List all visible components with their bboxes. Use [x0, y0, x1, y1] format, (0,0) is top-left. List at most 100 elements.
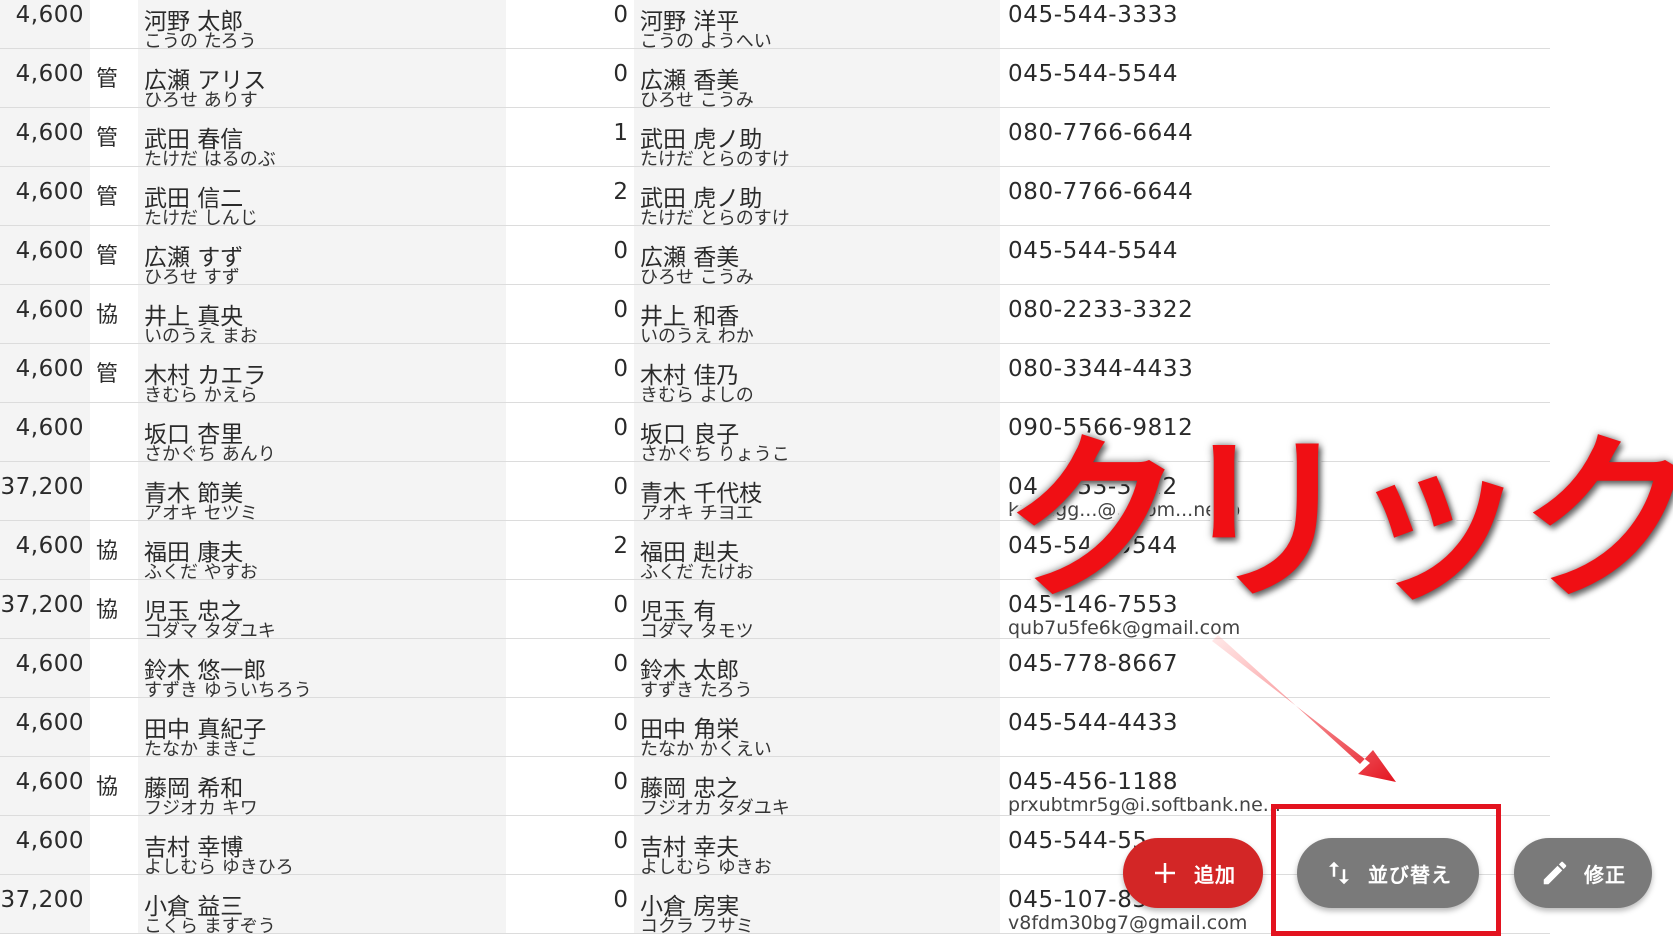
category-cell: 管 [90, 49, 138, 107]
count-cell: 2 [506, 167, 634, 225]
count-cell: 0 [506, 816, 634, 874]
fee-cell: 4,600 [0, 0, 90, 48]
guardian-name-kana: コクラ フサミ [640, 916, 754, 937]
count-value: 0 [613, 2, 628, 28]
count-value: 0 [613, 828, 628, 854]
category-mark: 管 [96, 185, 119, 210]
count-cell: 0 [506, 757, 634, 815]
add-button[interactable]: 追加 [1123, 838, 1263, 908]
table-row[interactable]: 4,600 田中 真紀子 たなか まきこ 0 田中 角栄 たなか かくえい 045-544-… [0, 698, 1550, 760]
phone-number: 080-7766-6644 [1008, 179, 1194, 205]
fee-cell: 4,600 [0, 226, 90, 284]
table-row[interactable]: 4,600 協井上 真央 いのうえ まお 0 井上 和香 いのうえ わか 080-2233-… [0, 285, 1550, 347]
fee-cell: 4,600 [0, 108, 90, 166]
count-cell: 0 [506, 698, 634, 756]
member-name-cell: 児玉 忠之 コダマ タダユキ [138, 580, 506, 642]
guardian-name-cell: 青木 千代枝 アオキ チヨエ [634, 462, 1000, 524]
category-mark: 協 [96, 539, 119, 564]
guardian-name-cell: 井上 和香 いのうえ わか [634, 285, 1000, 347]
table-row[interactable]: 4,600 管武田 信二 たけだ しんじ 2 武田 虎ノ助 たけだ とらのすけ 080-77… [0, 167, 1550, 229]
category-mark: 管 [96, 244, 119, 269]
contact-cell: 045-544-3333 [1000, 0, 1550, 48]
fee-amount: 37,200 [0, 592, 84, 618]
member-name-cell: 田中 真紀子 たなか まきこ [138, 698, 506, 760]
count-value: 2 [613, 179, 628, 205]
count-value: 0 [613, 61, 628, 87]
member-name-cell: 河野 太郎 こうの たろう [138, 0, 506, 52]
fee-cell: 4,600 [0, 521, 90, 579]
fee-amount: 37,200 [0, 887, 84, 913]
count-value: 0 [613, 415, 628, 441]
count-cell: 2 [506, 521, 634, 579]
fee-amount: 4,600 [15, 828, 84, 854]
table-row[interactable]: 4,600 管広瀬 アリス ひろせ ありす 0 広瀬 香美 ひろせ こうみ 045-544-… [0, 49, 1550, 111]
table-row[interactable]: 4,600 管武田 春信 たけだ はるのぶ 1 武田 虎ノ助 たけだ とらのすけ 080-7… [0, 108, 1550, 170]
guardian-name-cell: 吉村 幸夫 よしむら ゆきお [634, 816, 1000, 878]
count-value: 2 [613, 533, 628, 559]
member-name-cell: 小倉 益三 こくら ますぞう [138, 875, 506, 937]
fee-cell: 4,600 [0, 816, 90, 874]
guardian-name-cell: 小倉 房実 コクラ フサミ [634, 875, 1000, 937]
table-row[interactable]: 4,600 河野 太郎 こうの たろう 0 河野 洋平 こうの ようへい 045-544-3… [0, 0, 1550, 52]
member-name-cell: 福田 康夫 ふくだ やすお [138, 521, 506, 583]
count-value: 0 [613, 592, 628, 618]
category-cell: 管 [90, 344, 138, 402]
fee-amount: 37,200 [0, 474, 84, 500]
screen: 4,600 河野 太郎 こうの たろう 0 河野 洋平 こうの ようへい 045-544-3… [0, 0, 1673, 941]
count-cell: 0 [506, 226, 634, 284]
count-cell: 0 [506, 580, 634, 638]
fee-cell: 37,200 [0, 462, 90, 520]
category-cell [90, 462, 138, 520]
member-name-cell: 藤岡 希和 フジオカ キワ [138, 757, 506, 819]
member-name-cell: 吉村 幸博 よしむら ゆきひろ [138, 816, 506, 878]
category-cell: 管 [90, 226, 138, 284]
count-value: 0 [613, 297, 628, 323]
fee-cell: 4,600 [0, 639, 90, 697]
member-name-kana: こくら ますぞう [144, 916, 276, 937]
count-cell: 0 [506, 0, 634, 48]
fee-amount: 4,600 [15, 61, 84, 87]
fee-cell: 4,600 [0, 757, 90, 815]
contact-cell: 045-544-5544 [1000, 49, 1550, 107]
count-cell: 0 [506, 462, 634, 520]
add-button-label: 追加 [1194, 862, 1236, 887]
member-name-cell: 木村 カエラ きむら かえら [138, 344, 506, 406]
guardian-name-cell: 武田 虎ノ助 たけだ とらのすけ [634, 167, 1000, 229]
category-mark: 協 [96, 775, 119, 800]
count-value: 0 [613, 238, 628, 264]
table-row[interactable]: 4,600 鈴木 悠一郎 すずき ゆういちろう 0 鈴木 太郎 すずき たろう 045-77… [0, 639, 1550, 701]
table-row[interactable]: 4,600 管木村 カエラ きむら かえら 0 木村 佳乃 きむら よしの 080-3344… [0, 344, 1550, 406]
count-value: 0 [613, 887, 628, 913]
guardian-name-cell: 福田 赳夫 ふくだ たけお [634, 521, 1000, 583]
phone-number: 045-544-5544 [1008, 238, 1179, 264]
fee-amount: 4,600 [15, 179, 84, 205]
phone-number: 045-544-3333 [1008, 2, 1179, 28]
category-cell [90, 875, 138, 933]
category-cell: 協 [90, 521, 138, 579]
guardian-name-cell: 児玉 有コダマ タモツ [634, 580, 1000, 642]
fee-cell: 4,600 [0, 49, 90, 107]
guardian-name-cell: 鈴木 太郎 すずき たろう [634, 639, 1000, 701]
category-mark: 管 [96, 126, 119, 151]
member-name-cell: 広瀬 アリス ひろせ ありす [138, 49, 506, 111]
contact-cell: 080-7766-6644 [1000, 108, 1550, 166]
count-cell: 0 [506, 639, 634, 697]
category-cell [90, 0, 138, 48]
edit-button[interactable]: 修正 [1514, 838, 1652, 908]
table-row[interactable]: 4,600 管広瀬 すず ひろせ すず 0 広瀬 香美 ひろせ こうみ 045-544-55… [0, 226, 1550, 288]
category-cell [90, 698, 138, 756]
phone-number: 080-7766-6644 [1008, 120, 1194, 146]
category-mark: 管 [96, 362, 119, 387]
contact-cell: 045-778-8667 [1000, 639, 1550, 697]
count-value: 0 [613, 651, 628, 677]
guardian-name-cell: 河野 洋平 こうの ようへい [634, 0, 1000, 52]
fee-cell: 4,600 [0, 403, 90, 461]
fee-amount: 4,600 [15, 533, 84, 559]
fee-amount: 4,600 [15, 769, 84, 795]
count-cell: 0 [506, 875, 634, 933]
fee-cell: 37,200 [0, 875, 90, 933]
category-cell [90, 639, 138, 697]
category-cell [90, 816, 138, 874]
contact-cell: 080-2233-3322 [1000, 285, 1550, 343]
count-value: 0 [613, 474, 628, 500]
